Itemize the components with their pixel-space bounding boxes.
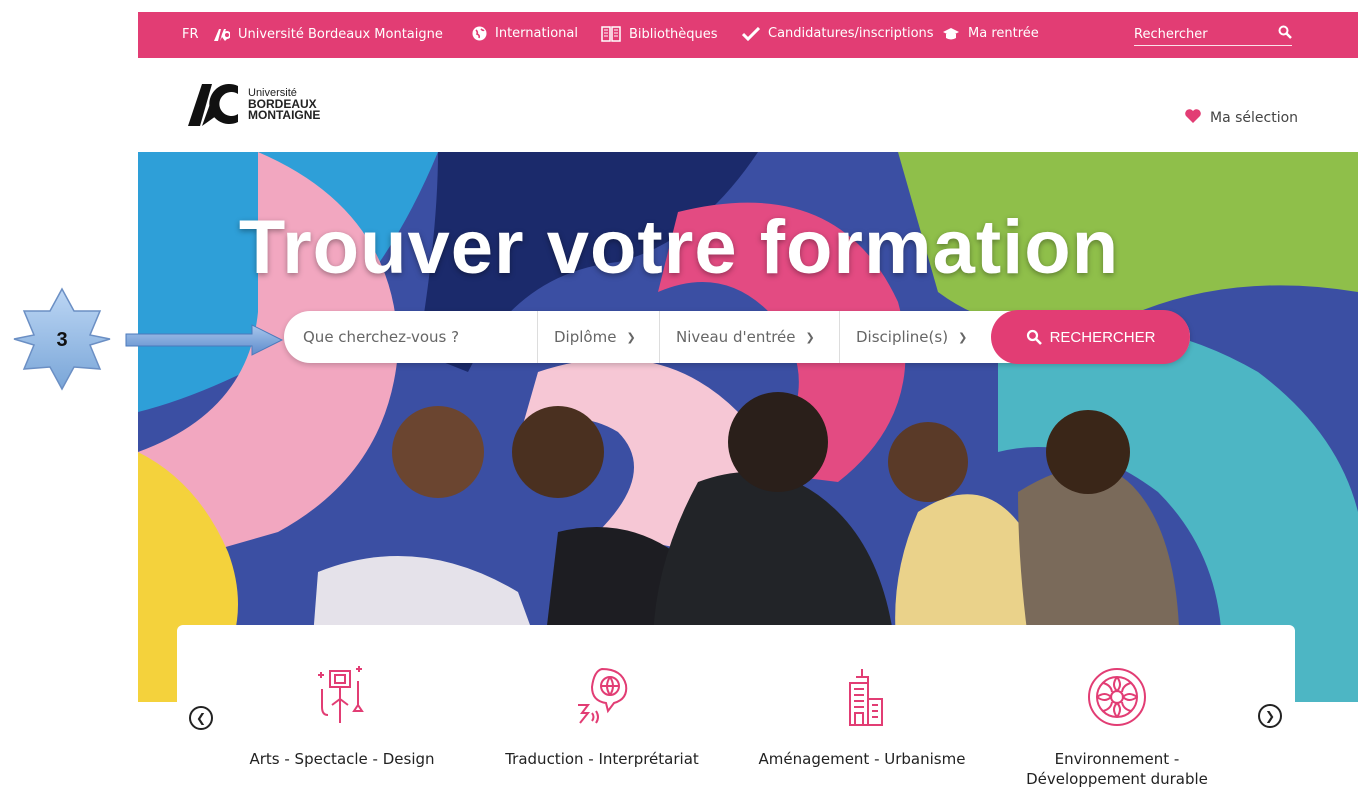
category-arts[interactable]: Arts - Spectacle - Design bbox=[232, 665, 452, 769]
environment-globe-icon bbox=[1088, 668, 1146, 726]
categories-carousel: ❮ ❯ Arts - Spectacle - Design Traduction… bbox=[177, 625, 1295, 795]
international-link-label: International bbox=[495, 26, 578, 41]
chevron-right-icon: ❯ bbox=[1264, 709, 1276, 723]
course-search-input[interactable] bbox=[284, 311, 537, 363]
entry-level-select-label: Niveau d'entrée bbox=[676, 328, 796, 346]
university-link-label: Université Bordeaux Montaigne bbox=[238, 27, 443, 42]
category-translation[interactable]: Traduction - Interprétariat bbox=[492, 665, 712, 769]
chevron-down-icon: ❯ bbox=[958, 330, 968, 344]
back-to-school-link-label: Ma rentrée bbox=[968, 26, 1039, 41]
category-label: Aménagement - Urbanisme bbox=[758, 750, 966, 768]
search-icon bbox=[1026, 329, 1042, 345]
pointer-arrow-icon bbox=[125, 324, 284, 356]
diploma-select[interactable]: Diplôme ❯ bbox=[537, 311, 659, 363]
hero-title: Trouver votre formation bbox=[238, 205, 1120, 290]
category-urbanism[interactable]: Aménagement - Urbanisme bbox=[752, 665, 972, 769]
logo-mark-icon bbox=[188, 84, 238, 126]
topbar-search bbox=[1134, 23, 1292, 46]
applications-link-label: Candidatures/inscriptions bbox=[768, 26, 934, 41]
university-logo[interactable]: Université BORDEAUX MONTAIGNE bbox=[186, 80, 320, 128]
chevron-left-icon: ❮ bbox=[195, 711, 207, 725]
step-number: 3 bbox=[56, 329, 67, 351]
category-label: Traduction - Interprétariat bbox=[505, 750, 699, 768]
category-label: Environnement - Développement durable bbox=[1026, 750, 1208, 788]
international-link[interactable]: International bbox=[472, 26, 578, 41]
search-icon[interactable] bbox=[1278, 25, 1292, 43]
checkmark-icon bbox=[742, 26, 760, 41]
back-to-school-link[interactable]: Ma rentrée bbox=[942, 26, 1039, 41]
language-switch[interactable]: FR bbox=[182, 27, 199, 42]
buildings-icon bbox=[849, 669, 883, 726]
topbar-search-input[interactable] bbox=[1134, 26, 1264, 42]
course-search-bar: Diplôme ❯ Niveau d'entrée ❯ Discipline(s… bbox=[284, 310, 1190, 364]
category-label: Arts - Spectacle - Design bbox=[249, 750, 435, 768]
graduation-cap-icon bbox=[942, 27, 960, 41]
discipline-select-label: Discipline(s) bbox=[856, 328, 949, 346]
translation-globe-icon bbox=[578, 667, 628, 724]
globe-icon bbox=[472, 26, 487, 41]
university-logo-icon bbox=[214, 28, 230, 41]
logo-line-montaigne: MONTAIGNE bbox=[248, 107, 321, 122]
chevron-down-icon: ❯ bbox=[805, 330, 815, 344]
libraries-link[interactable]: Bibliothèques bbox=[601, 26, 718, 42]
arts-palette-icon bbox=[318, 666, 364, 723]
diploma-select-label: Diplôme bbox=[554, 328, 617, 346]
libraries-link-label: Bibliothèques bbox=[629, 26, 718, 42]
category-environment[interactable]: Environnement - Développement durable bbox=[1007, 665, 1227, 789]
search-submit-button[interactable]: RECHERCHER bbox=[991, 310, 1190, 364]
step-star-icon: 3 bbox=[13, 287, 111, 391]
chevron-down-icon: ❯ bbox=[626, 330, 636, 344]
book-icon bbox=[601, 26, 621, 42]
discipline-select[interactable]: Discipline(s) ❯ bbox=[839, 311, 989, 363]
university-link[interactable]: Université Bordeaux Montaigne bbox=[214, 27, 443, 42]
heart-icon bbox=[1184, 108, 1202, 128]
applications-link[interactable]: Candidatures/inscriptions bbox=[742, 26, 934, 41]
carousel-next-button[interactable]: ❯ bbox=[1258, 704, 1282, 728]
my-selection-link[interactable]: Ma sélection bbox=[1184, 108, 1298, 128]
top-navigation-bar: FR Université Bordeaux Montaigne Interna… bbox=[138, 12, 1358, 58]
carousel-prev-button[interactable]: ❮ bbox=[189, 706, 213, 730]
search-submit-label: RECHERCHER bbox=[1049, 328, 1156, 346]
entry-level-select[interactable]: Niveau d'entrée ❯ bbox=[659, 311, 839, 363]
my-selection-label: Ma sélection bbox=[1210, 110, 1299, 126]
